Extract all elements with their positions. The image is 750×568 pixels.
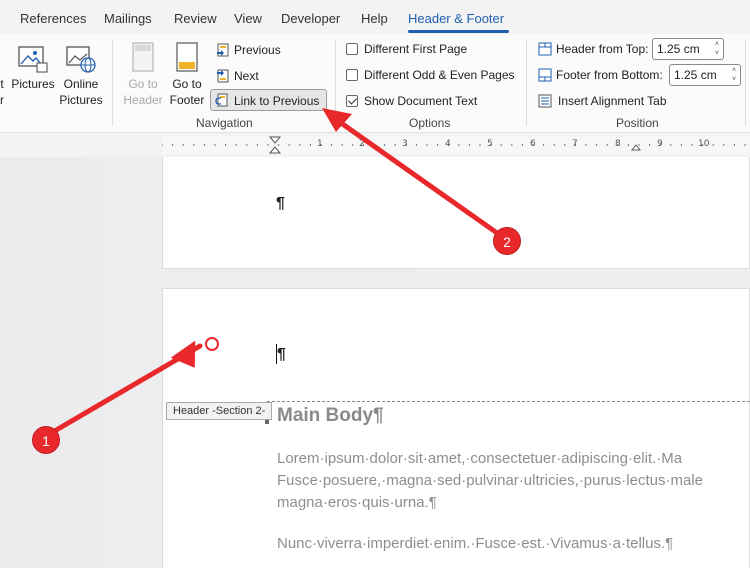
previous-button[interactable]: Previous xyxy=(215,39,281,61)
hanging-indent-marker[interactable] xyxy=(268,146,282,154)
ruler-number: 2 xyxy=(359,139,365,149)
ruler-number: 1 xyxy=(317,139,323,149)
next-section-icon xyxy=(217,69,229,83)
header-from-top-label: Header from Top: xyxy=(556,42,649,56)
text-cursor xyxy=(276,344,277,364)
ruler-number: 6 xyxy=(530,139,536,149)
ruler-number: 3 xyxy=(402,139,408,149)
go-to-footer-button[interactable]: Go to Footer xyxy=(164,42,210,108)
ribbon-tab-bar: References Mailings Review View Develope… xyxy=(0,0,750,34)
horizontal-ruler[interactable]: 1 2 3 4 5 6 7 8 9 10 xyxy=(162,136,750,154)
header-from-top-icon xyxy=(538,42,552,56)
group-separator xyxy=(112,40,113,126)
previous-section-icon xyxy=(217,43,229,57)
group-separator xyxy=(526,40,527,126)
pictures-button[interactable]: Pictures xyxy=(10,44,56,92)
header-paragraph-mark[interactable]: ¶ xyxy=(277,346,286,364)
link-to-previous-icon xyxy=(215,93,228,107)
tab-references[interactable]: References xyxy=(20,11,86,26)
go-to-header-button[interactable]: Go to Header xyxy=(120,42,166,108)
header-boundary-line xyxy=(267,401,750,402)
tab-view[interactable]: View xyxy=(234,11,262,26)
header-section-tag[interactable]: Header -Section 2- xyxy=(166,402,273,420)
ruler-number: 7 xyxy=(572,139,578,149)
tab-help[interactable]: Help xyxy=(361,11,388,26)
ruler-number: 8 xyxy=(615,139,621,149)
annotation-badge-2: 2 xyxy=(493,227,521,255)
ruler-number: 10 xyxy=(698,139,710,149)
checkbox-box[interactable] xyxy=(346,69,358,81)
active-tab-indicator xyxy=(408,30,509,33)
group-separator xyxy=(335,40,336,126)
tab-header-footer[interactable]: Header & Footer xyxy=(408,11,504,26)
tab-mailings[interactable]: Mailings xyxy=(104,11,152,26)
position-group-label: Position xyxy=(616,116,659,130)
footer-from-bottom-label: Footer from Bottom: xyxy=(556,68,663,82)
page-1-bottom[interactable] xyxy=(162,157,750,269)
paragraph-mark: ¶ xyxy=(276,195,285,212)
paragraph-handle[interactable] xyxy=(265,420,269,424)
navigation-group-label: Navigation xyxy=(196,116,253,130)
online-pictures-icon xyxy=(66,46,96,73)
group-separator xyxy=(745,40,746,126)
cut-off-button: tr xyxy=(0,77,4,107)
go-to-header-icon xyxy=(132,42,154,72)
header-from-top-input[interactable]: 1.25 cm ˄ ˅ xyxy=(652,38,724,60)
ruler-number: 9 xyxy=(657,139,663,149)
footer-from-bottom-input[interactable]: 1.25 cm ˄ ˅ xyxy=(669,64,741,86)
body-text-line: Nunc·viverra·imperdiet·enim.·Fusce·est.·… xyxy=(277,535,674,552)
options-group-label: Options xyxy=(409,116,451,130)
ruler-number: 5 xyxy=(487,139,493,149)
annotation-badge-1: 1 xyxy=(32,426,60,454)
footer-from-bottom-icon xyxy=(538,68,552,82)
first-line-indent-marker[interactable] xyxy=(268,136,282,144)
main-body-heading: Main Body¶ xyxy=(277,405,384,426)
next-button[interactable]: Next xyxy=(215,65,259,87)
body-text-line: magna·eros·quis·urna.¶ xyxy=(277,494,437,511)
checkbox-box-checked[interactable] xyxy=(346,95,358,107)
online-pictures-button[interactable]: Online Pictures xyxy=(58,44,104,108)
spin-arrows-icon[interactable]: ˄ ˅ xyxy=(715,40,719,58)
checkbox-box[interactable] xyxy=(346,43,358,55)
ruler-number: 4 xyxy=(445,139,451,149)
body-text-line: Fusce·posuere,·magna·sed·pulvinar·ultric… xyxy=(277,472,703,489)
pictures-icon xyxy=(18,46,48,73)
go-to-footer-icon xyxy=(176,42,198,72)
insert-alignment-tab-button[interactable]: Insert Alignment Tab xyxy=(538,90,667,112)
page-2[interactable] xyxy=(162,288,750,568)
tab-developer[interactable]: Developer xyxy=(281,11,340,26)
spin-arrows-icon[interactable]: ˄ ˅ xyxy=(732,66,736,84)
link-to-previous-button[interactable]: Link to Previous xyxy=(210,89,327,111)
tab-review[interactable]: Review xyxy=(174,11,217,26)
body-text-line: Lorem·ipsum·dolor·sit·amet,·consectetuer… xyxy=(277,450,683,467)
alignment-tab-icon xyxy=(538,94,552,108)
